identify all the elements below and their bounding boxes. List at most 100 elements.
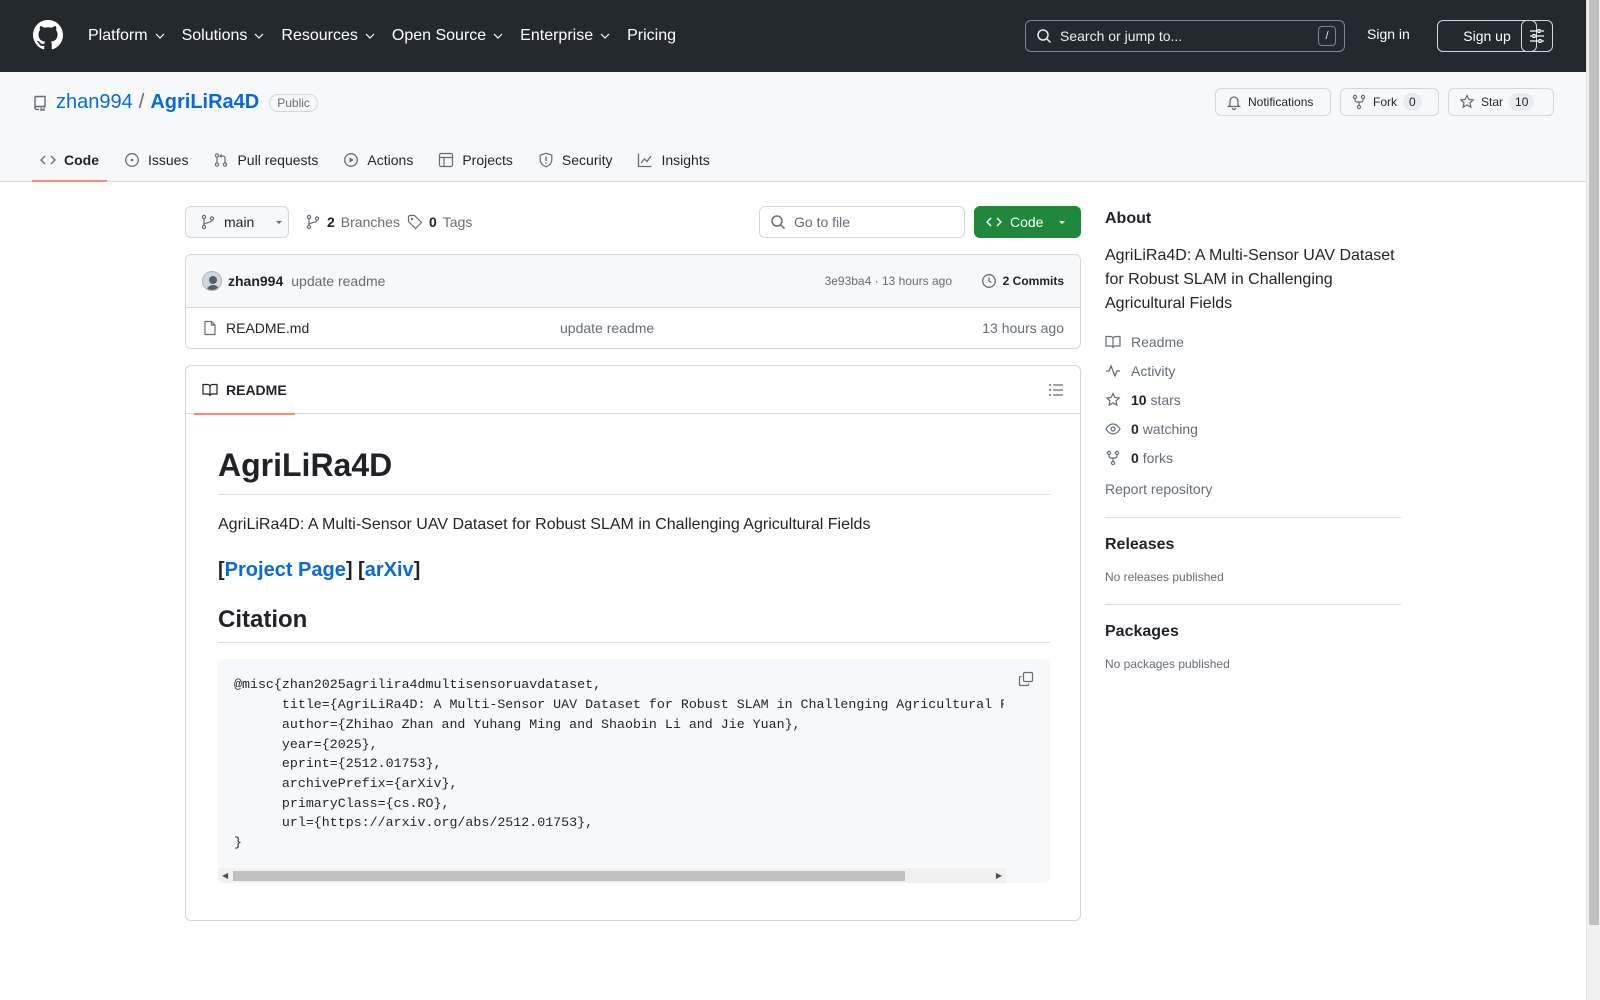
fork-button[interactable]: Fork 0 <box>1340 88 1439 116</box>
about-heading: About <box>1105 210 1152 227</box>
about-description: AgriLiRa4D: A Multi-Sensor UAV Dataset f… <box>1105 247 1395 312</box>
readme-link[interactable]: Readme <box>1105 334 1401 350</box>
global-search-input[interactable]: Search or jump to... / <box>1025 20 1345 52</box>
citation-code-block: @misc{zhan2025agrilira4dmultisensoruavda… <box>218 659 1050 884</box>
fork-count: 0 <box>1403 93 1422 111</box>
eye-icon <box>1105 423 1121 435</box>
scrollbar-thumb[interactable] <box>233 871 905 882</box>
scroll-left-arrow-icon[interactable]: ◀ <box>222 871 228 880</box>
tab-actions-label: Actions <box>367 152 414 168</box>
sign-in-link[interactable]: Sign in <box>1367 26 1410 42</box>
tab-code[interactable]: Code <box>32 138 107 182</box>
citation-code[interactable]: @misc{zhan2025agrilira4dmultisensoruavda… <box>234 675 1004 852</box>
branches-link[interactable]: 2 Branches <box>305 214 400 230</box>
readme-link-label: Readme <box>1131 334 1184 350</box>
page-scrollbar-thumb[interactable] <box>1589 0 1599 925</box>
nav-platform-label: Platform <box>88 27 148 44</box>
chevron-down-icon <box>600 33 610 39</box>
outline-list-icon[interactable] <box>1048 382 1064 398</box>
tab-projects-label: Projects <box>462 152 513 168</box>
star-label: Star <box>1481 95 1504 109</box>
branches-count: 2 <box>327 214 335 230</box>
repo-owner-link[interactable]: zhan994 <box>56 91 133 114</box>
notifications-label: Notifications <box>1248 95 1314 109</box>
watching-label: watching <box>1142 421 1198 437</box>
packages-empty: No packages published <box>1105 657 1230 671</box>
commits-link[interactable]: 2 Commits <box>981 273 1064 289</box>
tab-issues[interactable]: Issues <box>116 138 196 182</box>
releases-heading[interactable]: Releases <box>1105 536 1401 554</box>
file-commit-message[interactable]: update readme <box>560 320 654 336</box>
commit-message[interactable]: update readme <box>291 273 385 289</box>
bracket-mid: ] [ <box>345 559 365 582</box>
tags-link[interactable]: 0 Tags <box>407 214 472 230</box>
commit-author[interactable]: zhan994 <box>228 273 283 289</box>
branch-select-button[interactable]: main <box>185 206 289 238</box>
watching-count: 0 <box>1131 421 1139 437</box>
horizontal-scrollbar[interactable]: ◀ ▶ <box>218 868 1006 884</box>
tab-readme[interactable]: README <box>194 366 295 415</box>
activity-link[interactable]: Activity <box>1105 363 1401 379</box>
file-name[interactable]: README.md <box>226 320 309 336</box>
copy-button[interactable] <box>1018 671 1034 687</box>
tab-security[interactable]: Security <box>530 138 621 182</box>
avatar[interactable] <box>202 271 222 291</box>
nav-resources[interactable]: Resources <box>281 24 375 48</box>
tab-projects[interactable]: Projects <box>430 138 521 182</box>
packages-heading[interactable]: Packages <box>1105 623 1401 641</box>
sliders-icon <box>1530 29 1544 43</box>
play-icon <box>344 153 359 167</box>
file-icon <box>204 320 216 336</box>
search-placeholder: Search or jump to... <box>1060 28 1183 44</box>
tab-pull-requests[interactable]: Pull requests <box>205 138 326 182</box>
avatar-image <box>206 276 220 290</box>
watchers-link[interactable]: 0 watching <box>1105 421 1401 437</box>
stars-link[interactable]: 10 stars <box>1105 392 1401 408</box>
file-list: zhan994 update readme 3e93ba4 · 13 hours… <box>185 254 1081 349</box>
caret-down-icon <box>276 221 283 224</box>
visibility-badge: Public <box>269 93 318 112</box>
pulse-icon <box>1106 364 1120 378</box>
global-nav: Platform Solutions Resources Open Source… <box>88 24 692 48</box>
nav-platform[interactable]: Platform <box>88 24 166 48</box>
star-icon <box>1105 392 1121 407</box>
forks-link[interactable]: 0 forks <box>1105 450 1401 466</box>
nav-solutions[interactable]: Solutions <box>182 24 266 48</box>
arxiv-link[interactable]: arXiv <box>365 559 414 581</box>
bracket-open: [ <box>218 559 225 582</box>
chevron-down-icon <box>155 33 165 39</box>
star-count: 10 <box>1509 93 1535 111</box>
graph-icon <box>638 153 653 168</box>
citation-heading: Citation <box>218 606 1050 644</box>
github-logo-icon[interactable] <box>33 20 63 50</box>
table-icon <box>439 152 454 168</box>
menu-button[interactable] <box>1521 20 1553 52</box>
nav-enterprise[interactable]: Enterprise <box>520 24 611 48</box>
fork-icon <box>1352 94 1366 110</box>
chevron-down-icon <box>254 33 264 39</box>
scroll-right-arrow-icon[interactable]: ▶ <box>996 871 1002 880</box>
git-branch-icon <box>306 214 320 230</box>
tab-actions[interactable]: Actions <box>335 138 421 182</box>
code-dropdown-button[interactable]: Code <box>974 206 1081 238</box>
commits-label: 2 Commits <box>1002 274 1064 288</box>
copy-icon <box>1018 672 1034 687</box>
report-repository-link[interactable]: Report repository <box>1105 481 1401 497</box>
readme-tabs: README <box>186 366 1080 415</box>
go-to-file-placeholder: Go to file <box>794 214 851 230</box>
tag-icon <box>407 214 423 230</box>
nav-open-source[interactable]: Open Source <box>392 24 504 48</box>
tab-insights[interactable]: Insights <box>629 138 717 182</box>
repo-name-link[interactable]: AgriLiRa4D <box>150 91 259 114</box>
commit-meta[interactable]: 3e93ba4 · 13 hours ago <box>825 274 952 288</box>
star-button[interactable]: Star 10 <box>1448 88 1554 116</box>
releases-empty: No releases published <box>1105 570 1224 584</box>
global-header: Platform Solutions Resources Open Source… <box>0 0 1586 72</box>
project-page-link[interactable]: Project Page <box>225 559 346 581</box>
page-scrollbar[interactable] <box>1586 0 1600 1000</box>
repo-title: zhan994 / AgriLiRa4D Public <box>32 91 318 114</box>
go-to-file-input[interactable]: Go to file <box>759 206 965 238</box>
nav-pricing[interactable]: Pricing <box>627 24 676 48</box>
notifications-button[interactable]: Notifications <box>1215 88 1331 116</box>
list-item[interactable]: README.md update readme 13 hours ago <box>186 308 1080 348</box>
